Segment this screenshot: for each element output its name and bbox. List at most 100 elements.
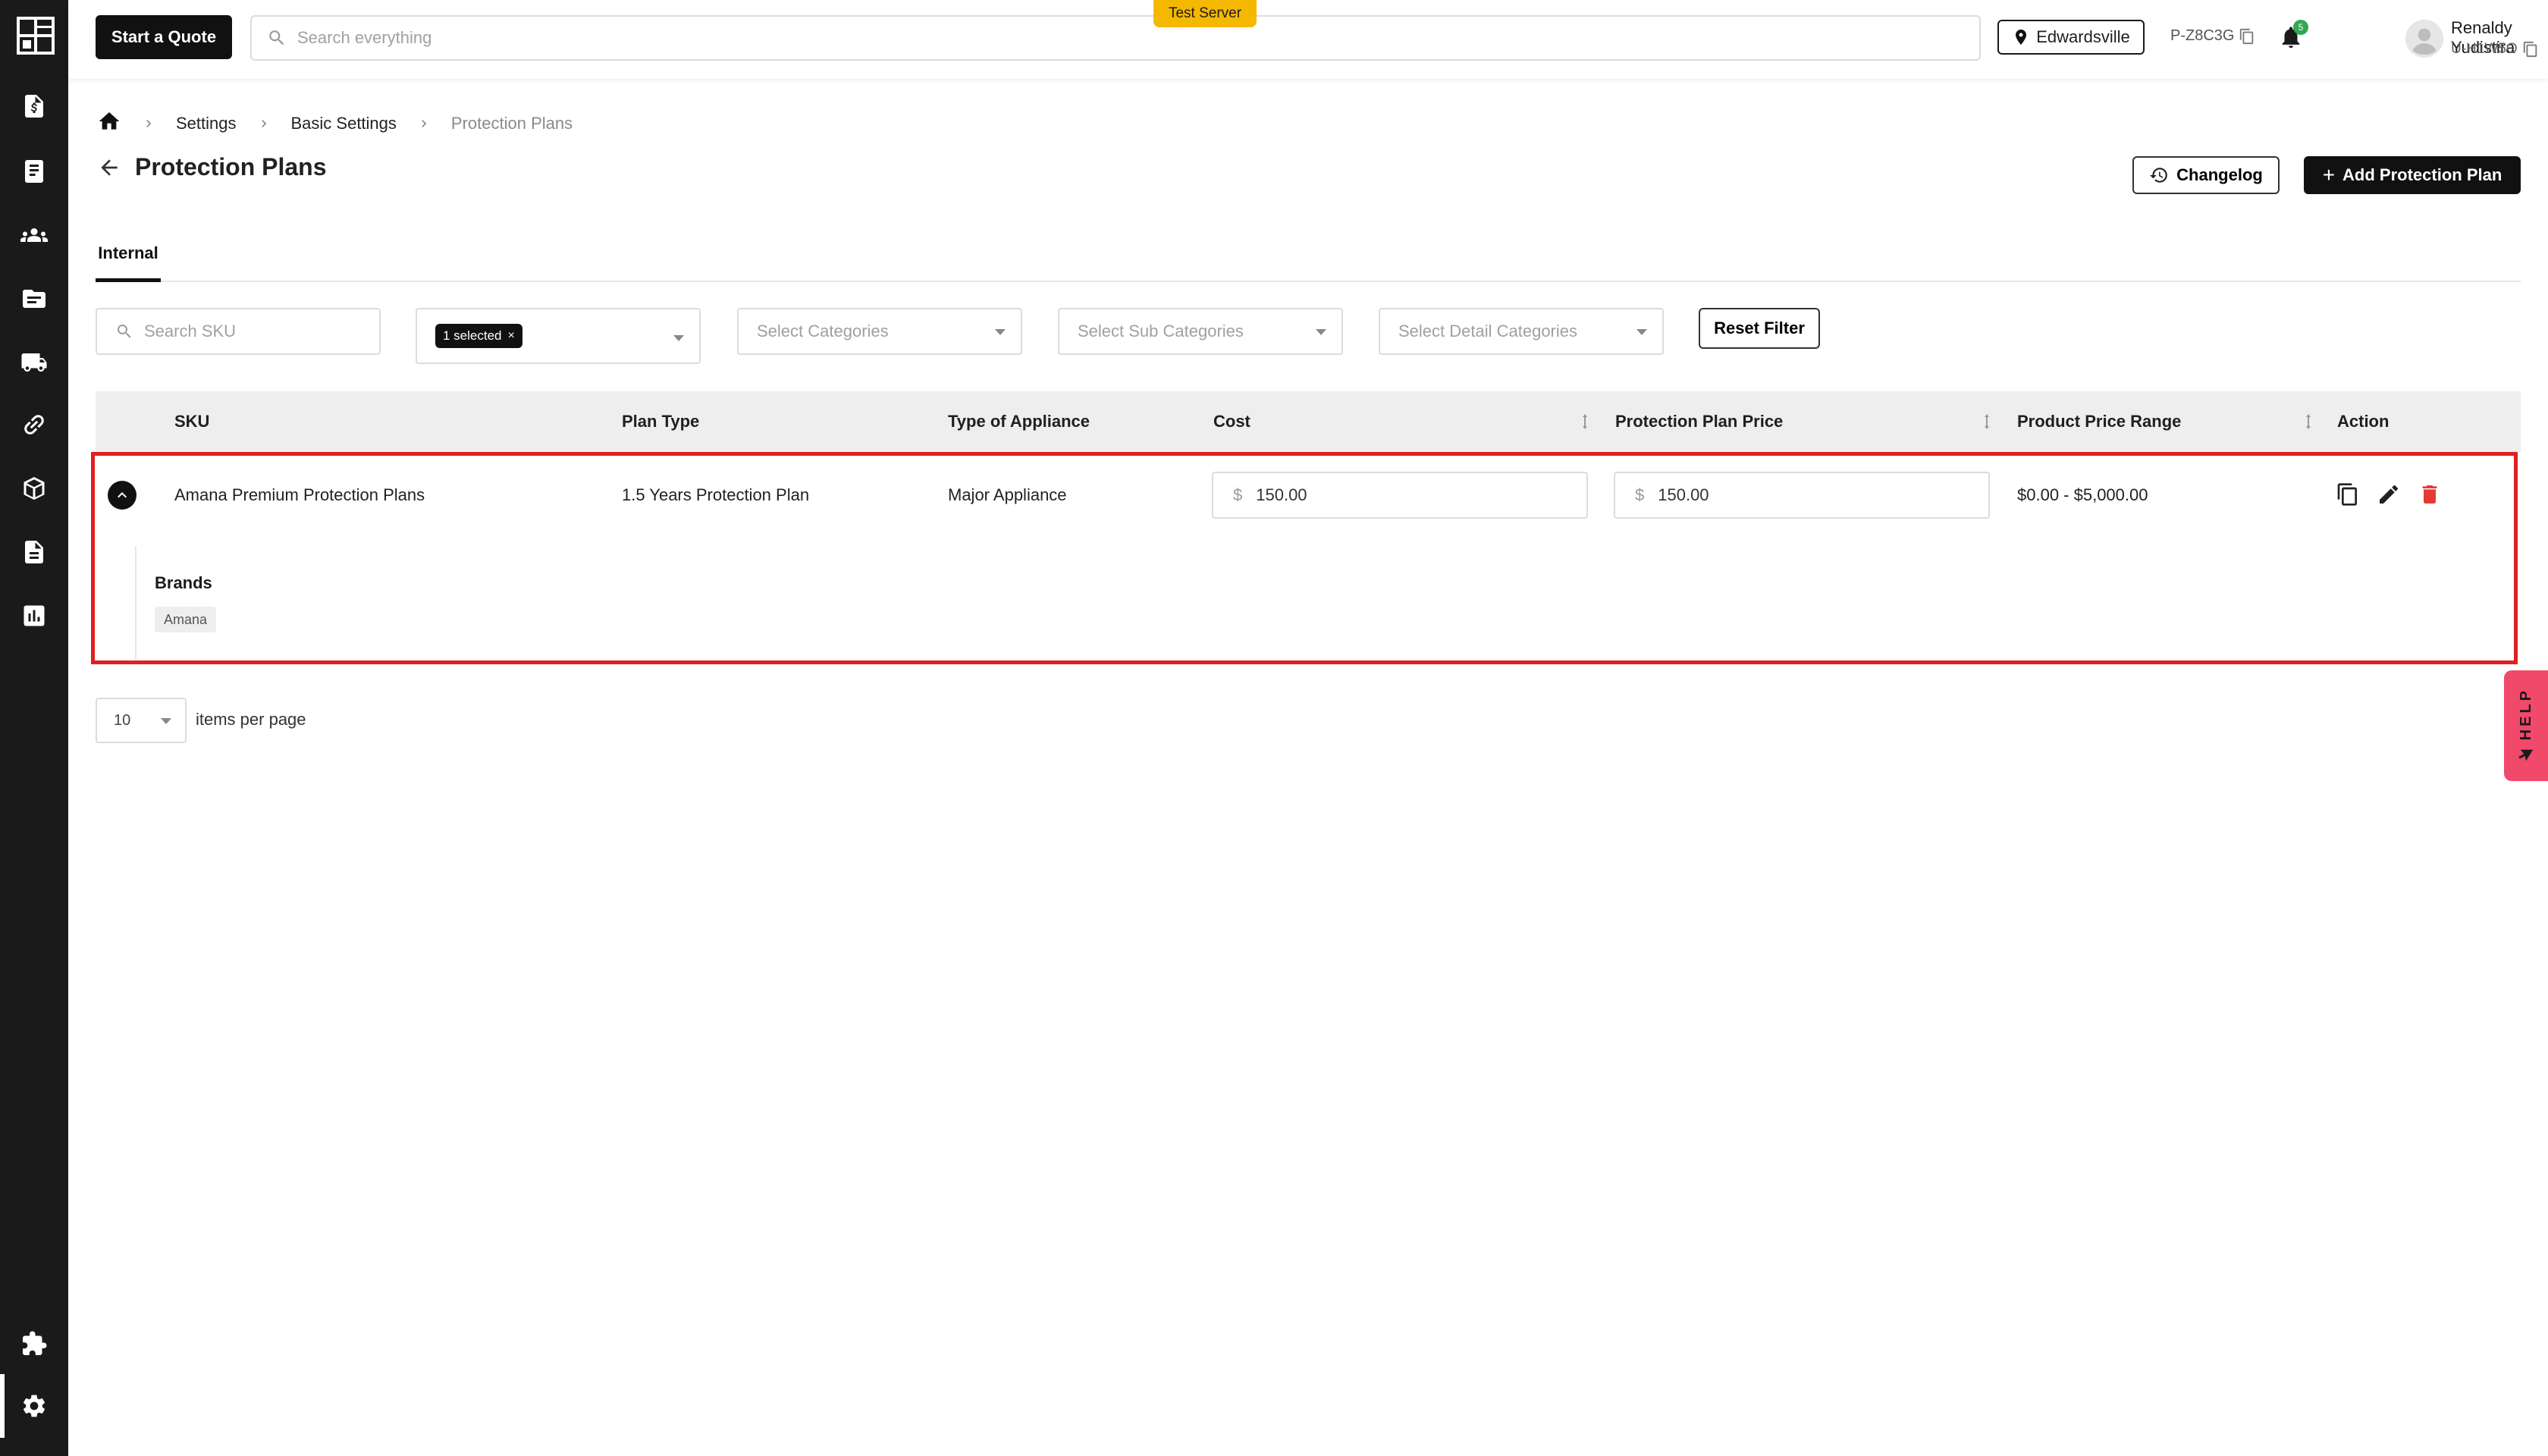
breadcrumb-home[interactable] <box>97 109 121 138</box>
sidebar-item-folders[interactable] <box>0 267 68 331</box>
search-icon <box>269 30 284 46</box>
collapse-row-button[interactable] <box>108 481 136 510</box>
chevron-down-icon <box>1636 329 1647 335</box>
trash-icon <box>2422 485 2437 504</box>
changelog-label: Changelog <box>2176 165 2263 184</box>
search-icon <box>118 325 131 338</box>
chevron-right-icon <box>141 116 156 131</box>
breadcrumb-basic-settings[interactable]: Basic Settings <box>291 114 397 133</box>
location-label: Edwardsville <box>2036 27 2130 46</box>
cell-appliance: Major Appliance <box>948 485 1067 504</box>
add-protection-plan-label: Add Protection Plan <box>2342 165 2502 184</box>
selected-chip-label: 1 selected <box>443 328 502 343</box>
help-label: HELP <box>2517 688 2534 741</box>
history-icon <box>2150 168 2167 183</box>
cost-value: 150.00 <box>1256 485 1307 504</box>
edit-row-button[interactable] <box>2377 482 2401 507</box>
puzzle-icon <box>23 1331 47 1355</box>
copy-icon[interactable] <box>2239 28 2255 45</box>
cost-input[interactable]: $ 150.00 <box>1212 472 1588 519</box>
help-button[interactable]: HELP <box>2504 670 2548 781</box>
app-logo[interactable] <box>17 17 55 55</box>
chevron-down-icon <box>161 718 171 724</box>
copy-row-button[interactable] <box>2336 482 2360 507</box>
categories-select[interactable]: Select Categories <box>737 308 1022 355</box>
cursor-arrow-icon <box>2518 747 2534 764</box>
detail-categories-placeholder: Select Detail Categories <box>1398 322 1578 340</box>
global-search-input[interactable] <box>297 28 1814 48</box>
sidebar-item-quotes[interactable] <box>0 74 68 138</box>
cell-plan-type: 1.5 Years Protection Plan <box>622 485 810 504</box>
avatar[interactable] <box>2405 20 2443 58</box>
currency-symbol: $ <box>1233 485 1243 504</box>
back-arrow-icon[interactable] <box>97 155 121 180</box>
column-header-action: Action <box>2337 412 2390 431</box>
sidebar-item-documents[interactable] <box>0 520 68 584</box>
currency-symbol: $ <box>1635 485 1645 504</box>
column-header-appliance: Type of Appliance <box>948 412 1090 431</box>
sub-categories-select[interactable]: Select Sub Categories <box>1058 308 1343 355</box>
brands-label: Brands <box>155 573 212 592</box>
column-header-sku: SKU <box>174 412 210 431</box>
customers-icon <box>20 228 48 242</box>
items-per-page-label: items per page <box>196 710 306 729</box>
cell-price-range: $0.00 - $5,000.00 <box>2017 485 2148 504</box>
price-value: 150.00 <box>1658 485 1709 504</box>
link-icon <box>24 415 44 435</box>
sidebar-item-settings[interactable] <box>0 1374 68 1438</box>
detail-categories-select[interactable]: Select Detail Categories <box>1379 308 1664 355</box>
project-id: P-Z8C3G <box>2170 27 2255 45</box>
pencil-icon <box>2380 485 2399 504</box>
chip-close-icon[interactable]: × <box>508 329 515 343</box>
sidebar <box>0 0 68 1456</box>
page-title: Protection Plans <box>135 153 327 180</box>
sidebar-item-reports[interactable] <box>0 584 68 648</box>
items-per-page-select[interactable]: 10 <box>96 698 187 743</box>
invoice-icon <box>25 160 43 183</box>
sub-categories-placeholder: Select Sub Categories <box>1078 322 1244 340</box>
appliance-type-select[interactable]: 1 selected × <box>416 308 701 364</box>
folder-icon <box>23 290 46 308</box>
cell-sku: Amana Premium Protection Plans <box>174 485 425 504</box>
user-id: U-H1W5O <box>2451 41 2539 58</box>
protection-plan-price-input[interactable]: $ 150.00 <box>1614 472 1990 519</box>
plus-icon: + <box>2322 163 2336 187</box>
global-search[interactable] <box>250 15 1981 61</box>
tab-bar: Internal <box>96 228 2521 282</box>
sort-icon[interactable] <box>1979 413 1994 431</box>
changelog-button[interactable]: Changelog <box>2132 156 2280 194</box>
sidebar-item-extensions[interactable] <box>0 1312 68 1376</box>
location-pin-icon <box>2016 30 2027 45</box>
location-selector[interactable]: Edwardsville <box>1997 20 2145 55</box>
sidebar-item-integrations[interactable] <box>0 393 68 457</box>
copy-icon[interactable] <box>2522 41 2539 58</box>
sort-icon[interactable] <box>1577 413 1592 431</box>
home-icon <box>99 112 120 130</box>
sidebar-item-delivery[interactable] <box>0 331 68 394</box>
sidebar-item-products[interactable] <box>0 457 68 520</box>
truck-icon <box>21 353 47 372</box>
breadcrumb: Settings Basic Settings Protection Plans <box>97 109 573 138</box>
delete-row-button[interactable] <box>2418 482 2442 507</box>
brand-tag: Amana <box>155 607 217 632</box>
notifications-button[interactable]: 5 <box>2278 20 2308 50</box>
notification-badge: 5 <box>2293 20 2308 35</box>
column-header-protection-plan-price: Protection Plan Price <box>1615 412 1784 431</box>
sidebar-item-invoices[interactable] <box>0 140 68 203</box>
tab-internal[interactable]: Internal <box>96 228 161 282</box>
reset-filter-button[interactable]: Reset Filter <box>1699 308 1820 349</box>
test-server-badge: Test Server <box>1153 0 1257 27</box>
add-protection-plan-button[interactable]: + Add Protection Plan <box>2304 156 2521 194</box>
start-quote-button[interactable]: Start a Quote <box>96 15 232 59</box>
sidebar-item-customers[interactable] <box>0 203 68 267</box>
sort-icon[interactable] <box>2301 413 2316 431</box>
column-header-price-range: Product Price Range <box>2017 412 2182 431</box>
user-id-label: U-H1W5O <box>2451 41 2518 57</box>
top-header: Start a Quote Edwardsville P-Z8C3G 5 Ren… <box>68 0 2548 79</box>
breadcrumb-current: Protection Plans <box>450 114 573 133</box>
chevron-right-icon <box>416 116 431 131</box>
brands-divider <box>135 546 136 660</box>
page-title-row: Protection Plans <box>97 153 327 181</box>
sku-search-field[interactable]: Search SKU <box>96 308 381 355</box>
breadcrumb-settings[interactable]: Settings <box>176 114 237 133</box>
